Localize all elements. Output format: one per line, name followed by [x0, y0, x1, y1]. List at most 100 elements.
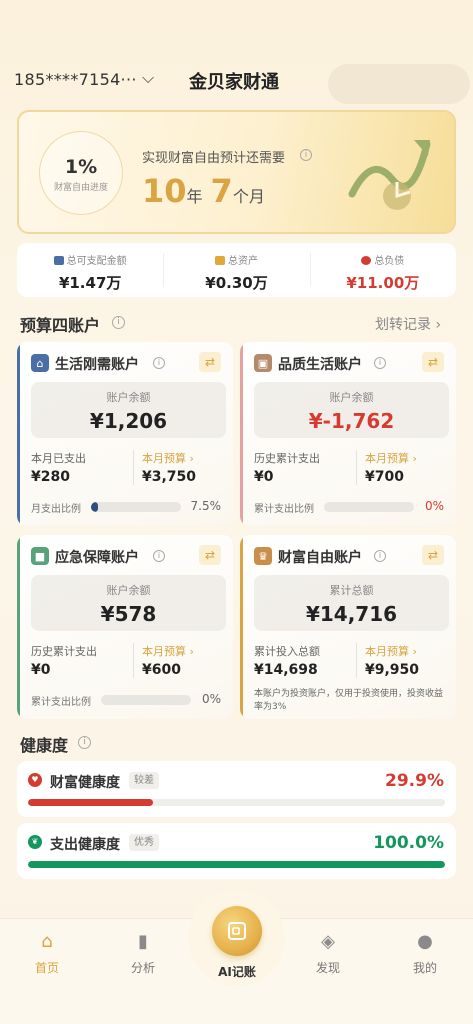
ratio-label: 累计支出比例: [31, 697, 91, 708]
ai-ledger-icon: [228, 922, 246, 940]
compass-icon: ◈: [321, 931, 335, 952]
health-percent: 29.9%: [385, 771, 444, 791]
account-card-quality[interactable]: ▣ 品质生活账户 i ⇄ 账户余额 ¥-1,762 历史累计支出 ¥0 本月预算…: [240, 342, 456, 526]
info-icon[interactable]: i: [112, 316, 125, 329]
card-accent: [240, 342, 243, 526]
budget-label: 本月预算 ›: [365, 452, 417, 465]
budget-stat[interactable]: 本月预算 › ¥600: [133, 643, 194, 678]
ratio-label: 月支出比例: [31, 504, 81, 515]
years-value: 10: [142, 172, 187, 210]
card-title: 财富自由账户: [278, 550, 362, 566]
card-accent: [17, 342, 20, 526]
months-unit: 个月: [232, 187, 265, 206]
ratio-fill: [91, 502, 98, 512]
growth-chart-icon: [348, 140, 431, 210]
budget-stat[interactable]: 本月预算 › ¥700: [356, 450, 417, 485]
house-icon: ⌂: [31, 354, 49, 372]
balance-value: ¥-1,762: [308, 409, 395, 433]
budget-label: 本月预算 ›: [142, 452, 194, 465]
budget-stat[interactable]: 本月预算 › ¥9,950: [356, 643, 419, 678]
ratio-percent: 0%: [424, 499, 444, 513]
alert-icon: [361, 256, 372, 265]
liabilities-label: 总负债: [374, 256, 405, 267]
page-title: 金贝家财通: [189, 72, 279, 93]
health-fill: [28, 799, 153, 806]
coins-icon: [214, 256, 225, 265]
years-unit: 年: [186, 187, 203, 206]
budget-stat[interactable]: 本月预算 › ¥3,750: [133, 450, 196, 485]
balance-label: 账户余额: [106, 391, 151, 404]
ratio-progress-bar: [324, 502, 414, 512]
ratio-percent: 0%: [201, 692, 221, 706]
info-icon[interactable]: i: [78, 736, 91, 749]
health-badge: 较差: [129, 772, 159, 789]
transfer-icon[interactable]: ⇄: [199, 545, 221, 565]
health-progress-bar: [28, 861, 445, 868]
disposable-amount[interactable]: 总可支配金额 ¥1.47万: [17, 243, 163, 297]
info-icon[interactable]: i: [300, 149, 312, 161]
spent-stat: 历史累计支出 ¥0: [31, 643, 97, 678]
health-section-title: 健康度: [20, 736, 69, 755]
card-title: 应急保障账户: [55, 550, 139, 566]
transfer-icon[interactable]: ⇄: [422, 352, 444, 372]
transfer-icon[interactable]: ⇄: [422, 545, 444, 565]
balance-label: 账户余额: [106, 584, 151, 597]
stat-label: 累计投入总额: [254, 645, 320, 658]
account-card-emergency[interactable]: ■ 应急保障账户 i ⇄ 账户余额 ¥578 历史累计支出 ¥0 本月预算 › …: [17, 535, 233, 719]
header-action-pill[interactable]: [328, 64, 470, 104]
balance-box: 账户余额 ¥1,206: [31, 382, 226, 438]
health-label: 支出健康度: [50, 837, 120, 853]
total-liabilities[interactable]: 总负债 ¥11.00万: [309, 243, 456, 297]
progress-circle: 1% 财富自由进度: [39, 131, 123, 215]
info-icon[interactable]: i: [153, 550, 165, 562]
investment-note: 本账户为投资账户，仅用于投资使用，投资收益率为3%: [254, 689, 444, 712]
total-assets[interactable]: 总资产 ¥0.30万: [163, 243, 309, 297]
liabilities-value: ¥11.00万: [346, 274, 420, 292]
tab-label: 分析: [130, 961, 155, 975]
ratio-progress-bar: [101, 695, 191, 705]
card-accent: [240, 535, 243, 719]
spent-stat: 历史累计支出 ¥0: [254, 450, 320, 485]
account-card-wealth[interactable]: ♛ 财富自由账户 i ⇄ 累计总额 ¥14,716 累计投入总额 ¥14,698…: [240, 535, 456, 719]
card-title: 品质生活账户: [278, 357, 362, 373]
stat-value: ¥14,698: [254, 662, 318, 678]
info-icon[interactable]: i: [153, 357, 165, 369]
budget-section-title: 预算四账户: [20, 316, 101, 335]
tab-mine[interactable]: ● 我的: [395, 931, 455, 976]
balance-label: 账户余额: [329, 391, 374, 404]
ai-bookkeeping-button[interactable]: [212, 906, 262, 956]
lock-icon: ■: [31, 547, 49, 565]
user-icon: ●: [417, 931, 433, 952]
tab-analysis[interactable]: ▮ 分析: [113, 931, 173, 976]
account-card-living[interactable]: ⌂ 生活刚需账户 i ⇄ 账户余额 ¥1,206 本月已支出 ¥280 本月预算…: [17, 342, 233, 526]
wealth-health-card[interactable]: ♥ 财富健康度 较差 29.9%: [17, 761, 456, 817]
card-title: 生活刚需账户: [55, 357, 139, 373]
tab-label: 发现: [315, 961, 340, 975]
hero-description: 实现财富自由预计还需要: [142, 151, 286, 166]
crown-icon: ♛: [254, 547, 272, 565]
transfer-record-link[interactable]: 划转记录 ›: [375, 314, 441, 334]
chevron-down-icon[interactable]: ⌵: [142, 68, 154, 88]
bar-chart-icon: ▮: [138, 931, 148, 952]
stat-label: 历史累计支出: [31, 645, 97, 658]
tab-discover[interactable]: ◈ 发现: [298, 931, 358, 976]
assets-value: ¥0.30万: [205, 274, 268, 292]
stat-value: ¥0: [31, 662, 51, 678]
assets-label: 总资产: [227, 256, 258, 267]
gift-icon: ▣: [254, 354, 272, 372]
tab-home[interactable]: ⌂ 首页: [17, 931, 77, 976]
balance-box: 累计总额 ¥14,716: [254, 575, 449, 631]
spending-health-card[interactable]: ❦ 支出健康度 优秀 100.0%: [17, 823, 456, 879]
disposable-label: 总可支配金额: [66, 256, 127, 267]
info-icon[interactable]: i: [374, 550, 386, 562]
asset-summary: 总可支配金额 ¥1.47万 总资产 ¥0.30万 总负债 ¥11.00万: [17, 243, 456, 297]
leaf-icon: ❦: [28, 835, 42, 849]
tab-label-ai[interactable]: AI记账: [210, 963, 264, 980]
transfer-icon[interactable]: ⇄: [199, 352, 221, 372]
account-selector[interactable]: 185****7154···: [14, 70, 137, 89]
wealth-freedom-banner[interactable]: 1% 财富自由进度 实现财富自由预计还需要 i 10年 7个月: [17, 110, 456, 234]
balance-box: 账户余额 ¥578: [31, 575, 226, 631]
tab-label: 我的: [412, 961, 437, 975]
info-icon[interactable]: i: [374, 357, 386, 369]
stat-value: ¥280: [31, 469, 70, 485]
